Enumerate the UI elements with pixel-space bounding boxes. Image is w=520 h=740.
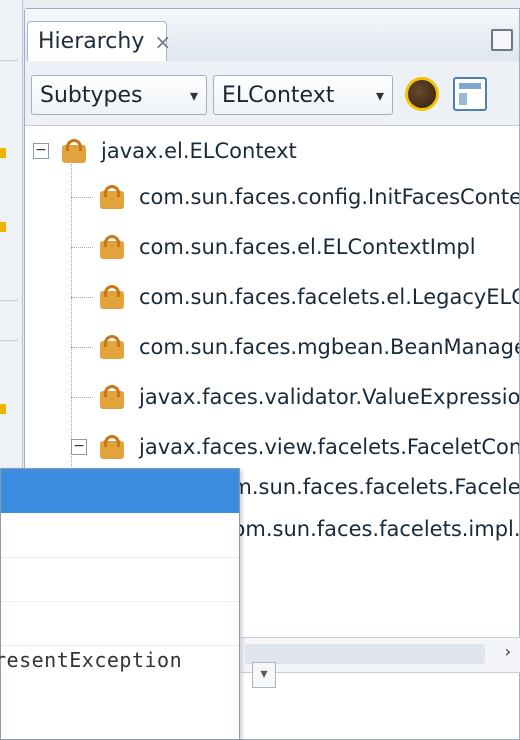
- horizontal-scrollbar[interactable]: ›: [241, 637, 520, 673]
- popup-header: [1, 469, 239, 513]
- tree-connector: [71, 347, 93, 348]
- tree-node-label: javax.faces.view.facelets.FaceletContext: [139, 435, 519, 459]
- class-icon: [97, 333, 127, 361]
- tree-node[interactable]: − javax.faces.view.facelets.FaceletConte…: [71, 427, 519, 467]
- class-icon: [97, 183, 127, 211]
- restore-window-button[interactable]: [491, 29, 513, 51]
- strip-divider: [0, 340, 18, 341]
- tree-node-label: com.sun.faces.config.InitFacesContext: [139, 185, 519, 209]
- chevron-down-icon: ▾: [189, 85, 198, 105]
- list-item[interactable]: [1, 513, 239, 558]
- hierarchy-toolbar: Subtypes ▾ ELContext ▾: [25, 61, 519, 126]
- tree-node-label: com.sun.faces.facelets.el.LegacyELContex…: [139, 285, 519, 309]
- bookmark-marker: [0, 148, 6, 158]
- completion-popup: [0, 468, 240, 740]
- class-icon: [59, 137, 89, 165]
- tree-connector: [71, 397, 93, 398]
- strip-divider: [0, 300, 18, 301]
- list-item[interactable]: [1, 557, 239, 602]
- class-icon: [97, 233, 127, 261]
- tree-connector: [71, 297, 93, 298]
- coffee-bean-icon[interactable]: [405, 77, 439, 111]
- tree-node-label: com.sun.faces.mgbean.BeanManager...: [139, 335, 519, 359]
- bookmark-marker: [0, 222, 6, 232]
- tree-node[interactable]: com.sun.faces.facelets.el.LegacyELContex…: [97, 277, 519, 317]
- tree-node-label: javax.faces.validator.ValueExpression...: [139, 385, 519, 409]
- hierarchy-type-value: Subtypes: [40, 82, 143, 108]
- tree-node[interactable]: com.sun.faces.config.InitFacesContext: [97, 177, 519, 217]
- bookmark-marker: [0, 404, 6, 414]
- tree-node[interactable]: com.sun.faces.mgbean.BeanManager...: [97, 327, 519, 367]
- tree-node-label: com.sun.faces.facelets.impl.D...: [221, 517, 519, 541]
- class-icon: [97, 383, 127, 411]
- class-icon: [97, 283, 127, 311]
- collapse-icon[interactable]: −: [33, 143, 49, 159]
- hierarchy-type-select[interactable]: Subtypes ▾: [31, 75, 207, 115]
- tab-hierarchy[interactable]: Hierarchy ×: [27, 21, 171, 61]
- class-icon: [97, 433, 127, 461]
- view-layout-icon[interactable]: [453, 77, 487, 111]
- class-select[interactable]: ELContext ▾: [213, 75, 393, 115]
- list-item[interactable]: [1, 601, 239, 646]
- chevron-down-icon[interactable]: ▾: [252, 662, 276, 688]
- tree-node[interactable]: com.sun.faces.facelets.impl.D...: [221, 509, 519, 549]
- tab-bar: Hierarchy ×: [25, 9, 519, 62]
- close-icon[interactable]: ×: [154, 30, 171, 54]
- class-select-value: ELContext: [222, 82, 335, 108]
- tab-title: Hierarchy: [38, 29, 145, 54]
- scroll-right-icon[interactable]: ›: [505, 642, 511, 661]
- tree-node[interactable]: javax.faces.validator.ValueExpression...: [97, 377, 519, 417]
- tree-node[interactable]: com.sun.faces.el.ELContextImpl: [97, 227, 476, 267]
- code-text: resentException: [0, 648, 183, 672]
- tree-node-label: com.sun.faces.el.ELContextImpl: [139, 235, 476, 259]
- tree-node-label: com.sun.faces.facelets.FaceletContext...: [207, 475, 519, 499]
- chevron-down-icon: ▾: [375, 85, 384, 105]
- tree-connector: [71, 247, 93, 248]
- tree-root[interactable]: − javax.el.ELContext: [33, 131, 297, 171]
- strip-divider: [0, 60, 18, 61]
- scrollbar-thumb[interactable]: [245, 644, 485, 664]
- tree-connector: [71, 197, 93, 198]
- collapse-icon[interactable]: −: [71, 439, 87, 455]
- tree-node-label: javax.el.ELContext: [101, 139, 297, 163]
